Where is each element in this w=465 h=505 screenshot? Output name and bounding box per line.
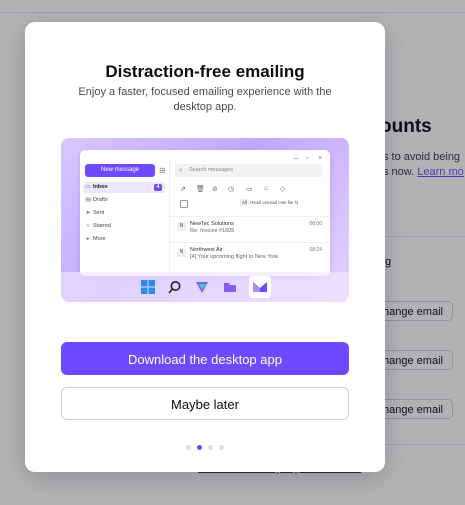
- search-placeholder: Search messages: [189, 167, 234, 173]
- sidebar-item-label: Sent: [93, 210, 105, 216]
- app-window-preview: – ▫ × New message ⊞ ▭ Inbox 4 ▤ Drafts ➤ Se…: [80, 150, 330, 276]
- pagination-dot-active[interactable]: [197, 445, 202, 450]
- filter-has-file: Has file: [278, 200, 294, 205]
- proton-mail-taskbar-item: [249, 276, 271, 298]
- spam-icon: ⊘: [212, 186, 218, 193]
- sidebar-item-more: ▸ More: [83, 234, 165, 245]
- message-row: N NewTec Solutions Re: Invoice #1605 08:…: [170, 216, 330, 241]
- message-sender: Northwest Air: [190, 247, 223, 253]
- message-time: 08:24: [309, 247, 322, 253]
- message-time: 08:00: [309, 221, 322, 227]
- avatar: N: [177, 248, 186, 257]
- pagination-dots: [25, 437, 385, 455]
- filter-bar: All Read Unread Has file ⇅: [240, 199, 299, 206]
- sidebar-item-label: Inbox: [93, 184, 108, 190]
- search-icon: [168, 281, 181, 294]
- maybe-later-button[interactable]: Maybe later: [61, 387, 349, 420]
- draft-icon: ▤: [85, 197, 91, 203]
- select-all-checkbox: [180, 200, 188, 208]
- modal-title: Distraction-free emailing: [105, 62, 305, 81]
- new-message-button: New message: [85, 164, 155, 177]
- label-icon: ⌂: [264, 185, 269, 192]
- inbox-icon: ▭: [85, 184, 91, 190]
- sidebar-item-label: Drafts: [93, 197, 108, 203]
- avatar: N: [177, 222, 186, 231]
- sidebar-item-drafts: ▤ Drafts: [83, 195, 165, 206]
- folder-icon: [224, 283, 236, 292]
- desktop-app-illustration: – ▫ × New message ⊞ ▭ Inbox 4 ▤ Drafts ➤ Se…: [61, 138, 349, 302]
- star-icon: ☆: [85, 223, 91, 229]
- maximize-icon: ▫: [306, 155, 309, 162]
- filter-read: Read: [250, 200, 262, 205]
- tag-icon: ◇: [280, 186, 286, 193]
- clock-icon: ◷: [228, 186, 235, 193]
- sidebar-item-label: Starred: [93, 223, 112, 229]
- message-sender: NewTec Solutions: [190, 221, 234, 227]
- search-icon: ⌕: [179, 167, 183, 174]
- unread-badge: 4: [154, 184, 162, 191]
- download-desktop-app-button[interactable]: Download the desktop app: [61, 342, 349, 375]
- chevron-icon: ▸: [86, 236, 90, 242]
- modal-subtitle: Enjoy a faster, focused emailing experie…: [78, 86, 332, 113]
- filter-unread: Unread: [262, 200, 278, 205]
- sidebar-item-starred: ☆ Starred: [83, 221, 165, 232]
- pagination-dot[interactable]: [186, 445, 191, 450]
- message-row: N Northwest Air [4] Your upcoming flight…: [170, 242, 330, 267]
- move-icon: ▭: [246, 186, 253, 193]
- message-subject: Re: Invoice #1605: [190, 228, 235, 234]
- minimize-icon: –: [294, 155, 298, 162]
- filter-all: All: [240, 199, 250, 206]
- sidebar-item-sent: ➤ Sent: [83, 208, 165, 219]
- pagination-dot[interactable]: [219, 445, 224, 450]
- archive-icon: ⇗: [180, 186, 186, 193]
- send-icon: ➤: [85, 210, 91, 216]
- pagination-dot[interactable]: [208, 445, 213, 450]
- sidebar-item-inbox: ▭ Inbox 4: [83, 182, 165, 193]
- trash-icon: 🗑: [196, 186, 205, 193]
- sidebar-item-label: More: [93, 236, 106, 242]
- windows-start-icon: [141, 280, 155, 294]
- taskbar-preview: [61, 272, 349, 302]
- desktop-app-modal: Distraction-free emailing Enjoy a faster…: [25, 22, 385, 472]
- close-icon: ×: [318, 155, 323, 162]
- apps-grid-icon: ⊞: [159, 166, 166, 175]
- proton-mail-icon: [253, 282, 267, 292]
- message-subject: [4] Your upcoming flight to New York: [190, 254, 279, 260]
- search-input-preview: ⌕ Search messages: [175, 164, 323, 177]
- proton-vpn-icon: [196, 282, 208, 293]
- sort-icon: ⇅: [294, 200, 299, 205]
